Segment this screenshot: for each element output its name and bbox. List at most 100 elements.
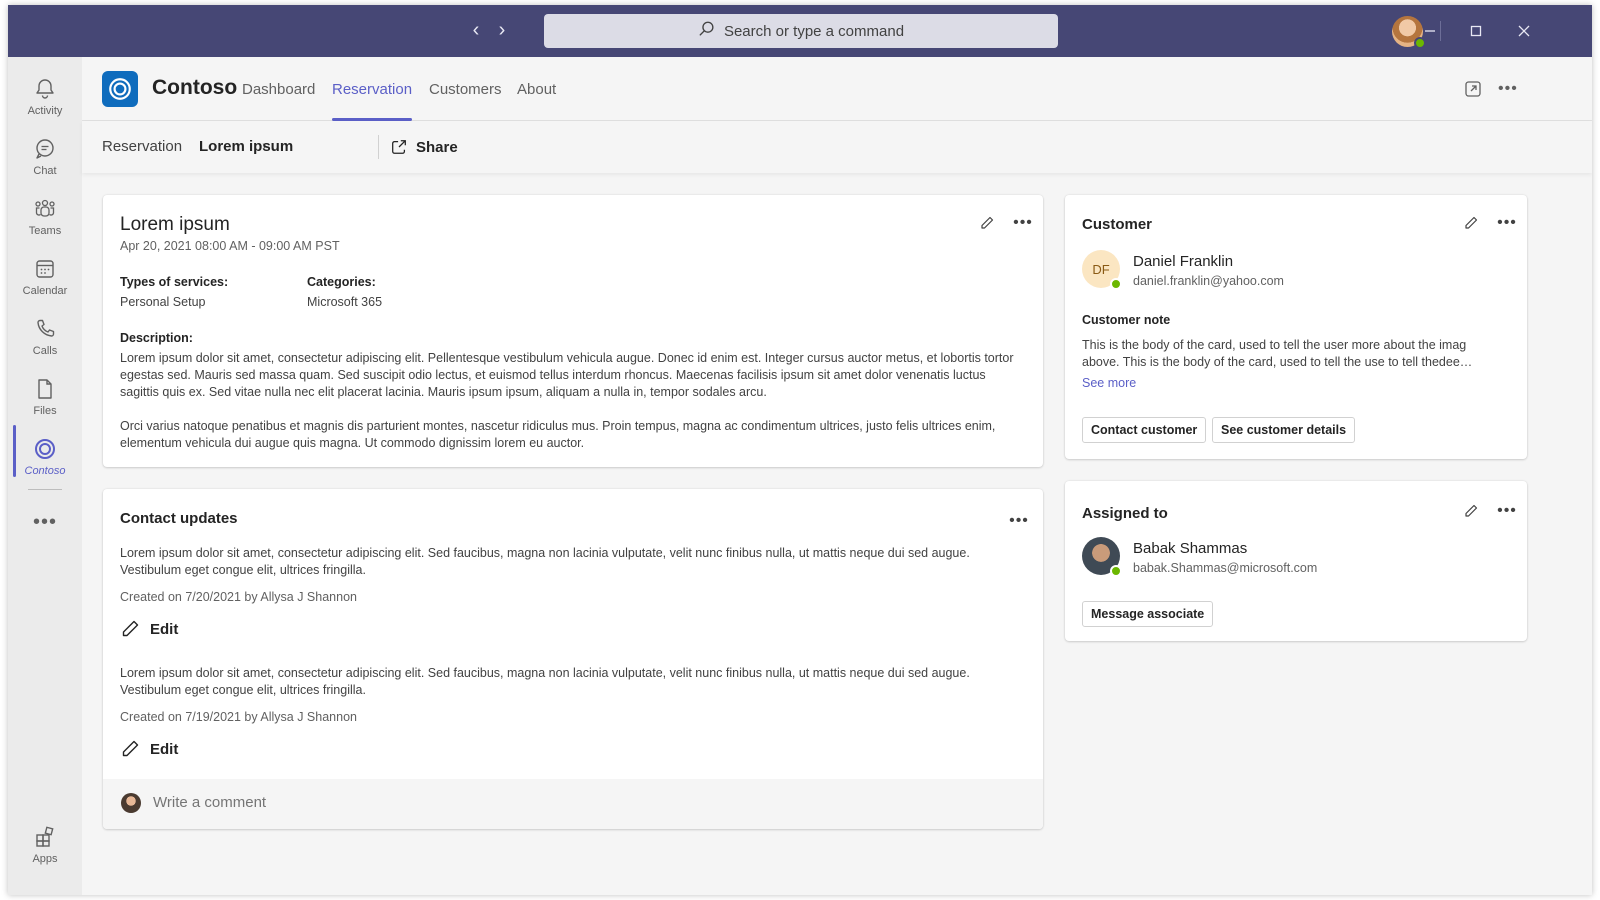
- rail-item-apps[interactable]: Apps: [8, 815, 82, 873]
- description-label: Description:: [120, 331, 193, 345]
- contact-updates-title: Contact updates: [120, 510, 238, 527]
- see-more-link[interactable]: See more: [1082, 376, 1136, 390]
- associate-name: Babak Shammas: [1133, 540, 1248, 557]
- rail-item-chat[interactable]: Chat: [8, 127, 82, 185]
- rail-item-calendar[interactable]: Calendar: [8, 247, 82, 305]
- search-icon: [698, 20, 716, 42]
- minimize-button[interactable]: [1418, 19, 1442, 43]
- update-meta: Created on 7/19/2021 by Allysa J Shannon: [120, 710, 357, 724]
- title-bar: ‹ › Search or type a command: [8, 5, 1592, 57]
- description-paragraph-2: Orci varius natoque penatibus et magnis …: [120, 419, 996, 450]
- assigned-card: Assigned to ••• Babak Shammas babak.Sham…: [1065, 481, 1527, 641]
- customer-card-actions: •••: [1461, 213, 1517, 233]
- pencil-icon: [122, 620, 139, 637]
- edit-label: Edit: [150, 740, 179, 758]
- minimize-icon: [1425, 30, 1435, 32]
- tab-dashboard[interactable]: Dashboard: [242, 81, 315, 98]
- assigned-title: Assigned to: [1082, 505, 1168, 522]
- update-meta: Created on 7/20/2021 by Allysa J Shannon: [120, 590, 357, 604]
- maximize-icon: [1470, 25, 1482, 37]
- search-box[interactable]: Search or type a command: [544, 14, 1058, 48]
- rail-item-contoso[interactable]: Contoso: [8, 427, 82, 485]
- maximize-button[interactable]: [1464, 19, 1488, 43]
- assigned-card-actions: •••: [1461, 501, 1517, 521]
- reservation-more-icon[interactable]: •••: [1013, 213, 1033, 233]
- edit-reservation-button[interactable]: [977, 213, 997, 233]
- app-name: Contoso: [152, 76, 238, 99]
- breadcrumb-divider: [378, 135, 379, 159]
- rail-item-label: Files: [33, 405, 57, 417]
- presence-available-icon: [1110, 278, 1122, 290]
- popout-icon: [1465, 81, 1481, 97]
- tab-about[interactable]: About: [517, 81, 556, 98]
- customer-card: Customer ••• DF Daniel Franklin daniel.f…: [1065, 195, 1527, 459]
- rail-item-label: Contoso: [24, 465, 66, 477]
- file-icon: [38, 379, 52, 399]
- teams-icon: [35, 199, 55, 217]
- more-apps-button[interactable]: •••: [8, 511, 82, 534]
- back-button[interactable]: ‹: [464, 19, 488, 43]
- app-rail: Activity Chat Teams Calendar Calls Files…: [8, 57, 82, 895]
- reservation-datetime: Apr 20, 2021 08:00 AM - 09:00 AM PST: [120, 239, 340, 253]
- tab-reservation[interactable]: Reservation: [332, 81, 412, 98]
- rail-item-teams[interactable]: Teams: [8, 187, 82, 245]
- categories-value: Microsoft 365: [307, 295, 383, 309]
- update-text: Lorem ipsum dolor sit amet, consectetur …: [120, 546, 970, 577]
- app-header: Contoso Dashboard Reservation Customers …: [82, 57, 1592, 121]
- customer-more-icon[interactable]: •••: [1497, 213, 1517, 233]
- edit-assigned-button[interactable]: [1461, 501, 1481, 521]
- customer-note-label: Customer note: [1082, 313, 1171, 327]
- forward-button[interactable]: ›: [490, 19, 514, 43]
- associate-avatar: [1082, 537, 1122, 577]
- edit-customer-button[interactable]: [1461, 213, 1481, 233]
- contact-updates-actions: •••: [1009, 511, 1029, 531]
- rail-divider: [28, 489, 62, 490]
- comment-avatar: [121, 793, 141, 813]
- reservation-card: Lorem ipsum Apr 20, 2021 08:00 AM - 09:0…: [103, 195, 1043, 467]
- customer-note-text: This is the body of the card, used to te…: [1082, 338, 1473, 369]
- share-button[interactable]: Share: [390, 134, 458, 160]
- presence-available-icon: [1110, 565, 1122, 577]
- chat-icon: [36, 139, 54, 159]
- customer-title: Customer: [1082, 216, 1153, 233]
- contoso-logo-icon: [102, 71, 138, 107]
- reservation-title: Lorem ipsum: [120, 214, 230, 235]
- comment-bar: [103, 779, 1043, 829]
- customer-avatar: DF: [1082, 250, 1122, 290]
- see-customer-details-button[interactable]: See customer details: [1212, 417, 1356, 443]
- contact-customer-button[interactable]: Contact customer: [1082, 417, 1207, 443]
- rail-item-label: Teams: [28, 225, 62, 237]
- rail-item-activity[interactable]: Activity: [8, 67, 82, 125]
- contoso-icon: [35, 439, 55, 459]
- breadcrumb-parent[interactable]: Reservation: [102, 138, 182, 155]
- message-associate-button[interactable]: Message associate: [1082, 601, 1214, 627]
- teams-window: ‹ › Search or type a command Activity Ch…: [8, 5, 1592, 895]
- tab-customers[interactable]: Customers: [429, 81, 502, 98]
- customer-name: Daniel Franklin: [1133, 253, 1234, 270]
- share-icon: [392, 140, 406, 154]
- contact-updates-more-icon[interactable]: •••: [1009, 511, 1029, 531]
- rail-item-label: Chat: [33, 165, 57, 177]
- services-value: Personal Setup: [120, 295, 206, 309]
- assigned-more-icon[interactable]: •••: [1497, 501, 1517, 521]
- popout-button[interactable]: [1463, 79, 1485, 101]
- contact-updates-card: Contact updates ••• Lorem ipsum dolor si…: [103, 489, 1043, 829]
- comment-input[interactable]: [153, 794, 553, 811]
- categories-label: Categories:: [307, 275, 376, 289]
- more-options-icon[interactable]: •••: [1498, 81, 1520, 106]
- services-label: Types of services:: [120, 275, 229, 289]
- rail-item-files[interactable]: Files: [8, 367, 82, 425]
- close-button[interactable]: [1512, 19, 1536, 43]
- edit-update-button[interactable]: Edit: [120, 739, 178, 759]
- rail-item-label: Apps: [32, 853, 58, 865]
- chevron-left-icon: ‹: [472, 19, 480, 41]
- edit-label: Edit: [150, 620, 179, 638]
- customer-email: daniel.franklin@yahoo.com: [1133, 274, 1284, 288]
- rail-item-calls[interactable]: Calls: [8, 307, 82, 365]
- pencil-icon: [122, 740, 139, 757]
- breadcrumb-current: Lorem ipsum: [199, 138, 294, 155]
- share-label: Share: [416, 138, 458, 156]
- pencil-icon: [1465, 216, 1478, 229]
- reservation-card-actions: •••: [977, 213, 1033, 233]
- edit-update-button[interactable]: Edit: [120, 619, 178, 639]
